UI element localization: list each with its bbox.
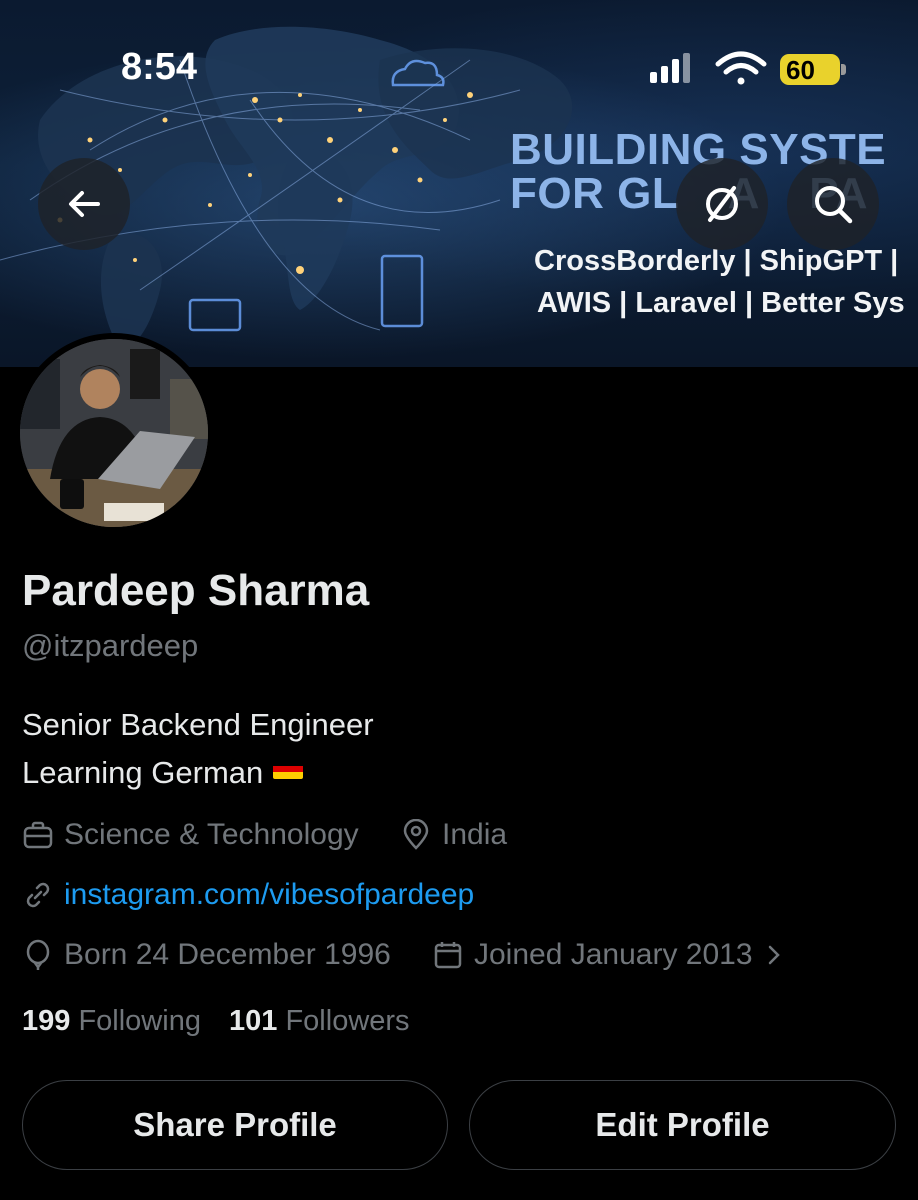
arrow-left-icon [69, 191, 100, 217]
circle-slash-icon [706, 186, 738, 222]
germany-flag-icon [273, 759, 304, 779]
battery-indicator: 60 [780, 54, 846, 85]
profile-birthdate: Born 24 December 1996 [22, 938, 391, 972]
bio-line-1: Senior Backend Engineer [22, 707, 374, 742]
location-pin-icon [403, 819, 429, 850]
chevron-right-icon [768, 945, 780, 965]
profile-website-link[interactable]: instagram.com/vibesofpardeep [22, 878, 474, 912]
avatar[interactable] [14, 333, 214, 533]
following-stat[interactable]: 199 Following [22, 1005, 221, 1037]
banner-subtitle-line1: CrossBorderly | ShipGPT | [534, 245, 899, 277]
profile-joined-date[interactable]: Joined January 2013 [432, 938, 795, 972]
status-time: 8:54 [121, 46, 198, 88]
profile-name: Pardeep Sharma [22, 566, 370, 615]
link-icon [26, 882, 50, 908]
share-profile-button[interactable]: Share Profile [22, 1080, 448, 1170]
cellular-signal-icon [650, 53, 690, 83]
follow-stats: 199 Following 101 Followers [22, 1005, 430, 1038]
followers-stat[interactable]: 101 Followers [229, 1005, 430, 1037]
wifi-icon [715, 51, 767, 85]
profile-handle: @itzpardeep [22, 628, 199, 663]
back-button[interactable] [38, 158, 130, 250]
profile-location: India [400, 818, 507, 852]
banner-subtitle-line2: AWIS | Laravel | Better Sys [537, 287, 905, 319]
profile-category: Science & Technology [22, 818, 359, 852]
bio-line-2: Learning German [22, 755, 304, 791]
avatar-photo [20, 339, 208, 527]
balloon-icon [26, 939, 50, 970]
search-button[interactable] [787, 158, 879, 250]
status-icons [650, 51, 767, 85]
edit-profile-button[interactable]: Edit Profile [469, 1080, 896, 1170]
filter-button[interactable] [676, 158, 768, 250]
briefcase-icon [23, 821, 53, 849]
calendar-icon [434, 942, 462, 969]
search-icon [815, 186, 853, 224]
